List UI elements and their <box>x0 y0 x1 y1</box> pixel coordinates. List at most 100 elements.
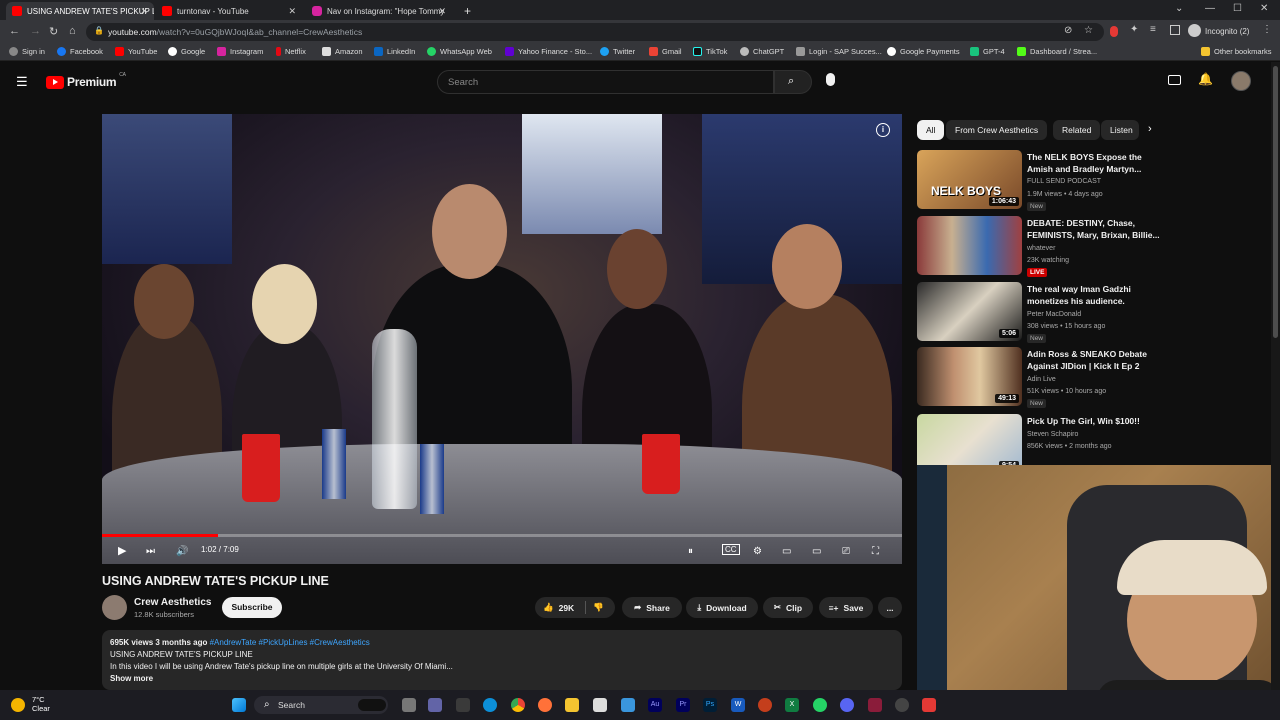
maximize-icon[interactable]: ☐ <box>1233 3 1242 14</box>
video-thumbnail[interactable]: 49:13 <box>917 347 1022 406</box>
record-icon[interactable] <box>922 698 936 712</box>
bookmark-item[interactable]: Google Payments <box>887 47 960 56</box>
info-icon[interactable]: i <box>876 123 890 137</box>
media-icon[interactable]: ≡ <box>1150 24 1156 35</box>
next-icon[interactable]: ⏭ <box>146 546 155 557</box>
subscribe-button[interactable]: Subscribe <box>222 597 282 618</box>
bookmark-item[interactable]: LinkedIn <box>374 47 415 56</box>
video-player[interactable]: i ▶ ⏭ 🔊 1:02 / 7:09 ⏸ CC ⚙ ▭ ▭ ⎚ ⛶ <box>102 114 902 564</box>
bookmark-item[interactable]: Netflix <box>276 47 306 56</box>
recommended-video[interactable]: DEBATE: DESTINY, Chase, FEMINISTS, Mary,… <box>917 216 1267 277</box>
video-thumbnail[interactable]: NELK BOYS 1:06:43 <box>917 150 1022 209</box>
browser-tab[interactable]: Nav on Instagram: "Hope Tommy ✕ <box>306 2 452 20</box>
menu-kebab-icon[interactable]: ⋮ <box>1262 24 1272 35</box>
valorant-icon[interactable] <box>868 698 882 712</box>
tab-search-icon[interactable]: ⌄ <box>1175 3 1183 14</box>
address-bar[interactable]: 🔒 youtube.com/watch?v=0uGQjbWJoqI&ab_cha… <box>86 23 1104 41</box>
store-icon[interactable] <box>593 698 607 712</box>
show-more-link[interactable]: Show more <box>110 673 894 685</box>
powerpoint-icon[interactable] <box>758 698 772 712</box>
bookmark-item[interactable]: Instagram <box>217 47 263 56</box>
weather-moon-icon[interactable] <box>11 698 25 712</box>
firefox-icon[interactable] <box>538 698 552 712</box>
eye-slash-icon[interactable]: ⊘ <box>1064 25 1072 36</box>
recommended-title[interactable]: The real way Iman Gadzhi monetizes his a… <box>1027 283 1162 307</box>
windows-start-icon[interactable] <box>232 698 246 712</box>
close-tab-icon[interactable]: ✕ <box>140 6 148 17</box>
channel-avatar[interactable] <box>102 595 127 620</box>
discord-icon[interactable] <box>840 698 854 712</box>
hashtags[interactable]: #AndrewTate #PickUpLines #CrewAesthetics <box>210 638 370 647</box>
recommended-video[interactable]: 49:13 Adin Ross & SNEAKO Debate Against … <box>917 347 1267 408</box>
bookmark-item[interactable]: Amazon <box>322 47 363 56</box>
description-box[interactable]: 695K views 3 months ago #AndrewTate #Pic… <box>102 630 902 690</box>
minimize-icon[interactable]: — <box>1205 3 1215 14</box>
save-button[interactable]: ≡+ Save <box>819 597 873 618</box>
hamburger-menu-icon[interactable]: ☰ <box>16 74 28 90</box>
microphone-icon[interactable] <box>826 73 835 86</box>
bookmark-item[interactable]: Yahoo Finance - Sto... <box>505 47 592 56</box>
download-button[interactable]: ⤓ Download <box>686 597 758 618</box>
chevron-right-icon[interactable]: › <box>1148 123 1152 135</box>
theater-mode-icon[interactable]: ▭ <box>812 546 821 557</box>
volume-icon[interactable]: 🔊 <box>176 546 188 557</box>
premiere-icon[interactable]: Pr <box>676 698 690 712</box>
youtube-premium-logo[interactable]: Premium CA <box>46 72 126 89</box>
close-tab-icon[interactable]: ✕ <box>288 6 296 17</box>
recommended-channel[interactable]: Adin Live <box>1027 376 1056 383</box>
bookmark-item[interactable]: Sign in <box>9 47 45 56</box>
close-window-icon[interactable]: ✕ <box>1260 3 1268 14</box>
chrome-icon[interactable] <box>511 698 525 712</box>
recommended-video[interactable]: NELK BOYS 1:06:43 The NELK BOYS Expose t… <box>917 150 1267 211</box>
autoplay-toggle-icon[interactable]: ⏸ <box>688 546 693 557</box>
bookmark-item[interactable]: TikTok <box>693 47 727 56</box>
extension-icon[interactable] <box>1110 26 1118 37</box>
app-icon[interactable] <box>895 698 909 712</box>
video-thumbnail[interactable] <box>917 216 1022 275</box>
like-icon[interactable]: 👍 <box>543 602 554 613</box>
recommended-channel[interactable]: FULL SEND PODCAST <box>1027 178 1101 185</box>
bookmark-item[interactable]: WhatsApp Web <box>427 47 492 56</box>
bookmark-item[interactable]: Twitter <box>600 47 635 56</box>
whatsapp-icon[interactable] <box>813 698 827 712</box>
dislike-icon[interactable]: 👎 <box>593 602 604 613</box>
recommended-title[interactable]: Pick Up The Girl, Win $100!! <box>1027 415 1162 427</box>
recommended-channel[interactable]: Peter MacDonald <box>1027 311 1081 318</box>
new-tab-button[interactable]: + <box>458 2 478 20</box>
chip-listen[interactable]: Listen <box>1101 120 1139 140</box>
audition-icon[interactable]: Au <box>648 698 662 712</box>
edge-icon[interactable] <box>483 698 497 712</box>
miniplayer-icon[interactable]: ▭ <box>782 546 791 557</box>
avatar[interactable] <box>1231 71 1251 91</box>
word-icon[interactable]: W <box>731 698 745 712</box>
bookmark-item[interactable]: YouTube <box>115 47 157 56</box>
like-count[interactable]: 29K <box>559 603 575 613</box>
recommended-channel[interactable]: whatever <box>1027 245 1055 252</box>
fullscreen-icon[interactable]: ⛶ <box>872 546 879 557</box>
captions-icon[interactable]: CC <box>722 544 740 555</box>
recommended-video[interactable]: 5:06 The real way Iman Gadzhi monetizes … <box>917 282 1267 343</box>
chip-from-channel[interactable]: From Crew Aesthetics <box>946 120 1048 140</box>
file-explorer-icon[interactable] <box>565 698 579 712</box>
puzzle-icon[interactable]: ✦ <box>1130 24 1138 35</box>
browser-tab-active[interactable]: USING ANDREW TATE'S PICKUP L ✕ <box>6 2 154 20</box>
task-view-icon[interactable] <box>402 698 416 712</box>
video-progress-bar[interactable] <box>102 534 902 537</box>
close-tab-icon[interactable]: ✕ <box>438 6 446 17</box>
widgets-icon[interactable] <box>456 698 470 712</box>
bookmark-item[interactable]: GPT-4 <box>970 47 1005 56</box>
search-input[interactable]: Search <box>437 70 774 94</box>
settings-gear-icon[interactable]: ⚙ <box>753 546 762 557</box>
back-icon[interactable]: ← <box>9 25 20 37</box>
browser-tab[interactable]: turntonav - YouTube ✕ <box>156 2 302 20</box>
teams-icon[interactable] <box>428 698 442 712</box>
chip-all[interactable]: All <box>917 120 945 140</box>
forward-icon[interactable]: → <box>30 25 41 37</box>
recommended-title[interactable]: The NELK BOYS Expose the Amish and Bradl… <box>1027 151 1162 175</box>
recommended-channel[interactable]: Steven Schapiro <box>1027 431 1078 438</box>
video-thumbnail[interactable]: 5:06 <box>917 282 1022 341</box>
clip-button[interactable]: ✂ Clip <box>763 597 813 618</box>
channel-name[interactable]: Crew Aesthetics <box>134 597 211 608</box>
recommended-title[interactable]: Adin Ross & SNEAKO Debate Against JIDion… <box>1027 348 1162 372</box>
sidepanel-icon[interactable] <box>1170 25 1180 35</box>
